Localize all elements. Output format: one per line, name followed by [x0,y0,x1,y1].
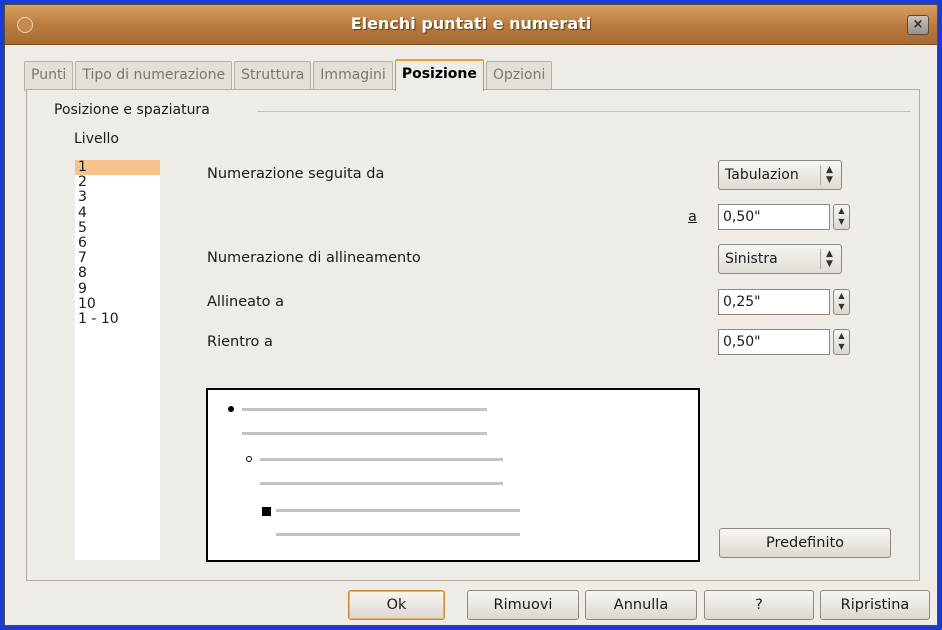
cancel-button[interactable]: Annulla [585,590,697,620]
tab-struttura[interactable]: Struttura [234,61,312,91]
reset-button[interactable]: Ripristina [820,590,930,620]
numbering-preview [206,388,700,562]
tab-at-label: a [688,209,697,225]
level-item[interactable]: 3 [75,190,160,205]
preview-line [242,432,487,435]
numbering-followed-by-select[interactable]: Tabulazion ▲ ▼ [718,160,842,190]
help-button[interactable]: ? [704,590,814,620]
tab-posizione[interactable]: Posizione [394,59,484,91]
level-item[interactable]: 10 [75,296,160,312]
indent-at-label: Rientro a [207,334,273,350]
tab-opzioni[interactable]: Opzioni [485,61,553,91]
dropdown-arrows-icon: ▲ ▼ [820,249,838,269]
bullet-dot-icon [228,406,234,412]
bullet-square-icon [262,507,271,516]
tab-at-spin-icon[interactable]: ▲ ▼ [833,204,850,230]
remove-button[interactable]: Rimuovi [467,590,579,620]
level-label: Livello [74,131,119,147]
tab-at-input[interactable]: 0,50" [718,204,830,230]
numbering-followed-by-label: Numerazione seguita da [207,166,385,182]
level-item[interactable]: 1 [75,160,160,175]
tab-bar: Punti Tipo di numerazione Struttura Imma… [24,59,554,91]
ok-button[interactable]: Ok [348,590,445,620]
close-icon[interactable]: × [907,15,929,35]
numbering-alignment-select[interactable]: Sinistra ▲ ▼ [718,244,842,274]
preview-line [242,408,487,411]
aligned-at-input[interactable]: 0,25" [718,289,830,315]
aligned-at-label: Allineato a [207,294,285,310]
preview-line [260,458,503,461]
numbering-alignment-label: Numerazione di allineamento [207,250,421,266]
indent-at-input[interactable]: 0,50" [718,329,830,355]
section-title: Posizione e spaziatura [54,102,216,118]
level-item[interactable]: 1 - 10 [75,311,160,327]
preview-line [276,533,520,536]
level-list[interactable]: 1 2 3 4 5 6 7 8 9 10 1 - 10 [75,160,160,560]
position-panel: Posizione e spaziatura Livello 1 2 3 4 5… [26,89,920,581]
section-divider [257,111,911,112]
level-item[interactable]: 9 [75,281,160,297]
tab-immagini[interactable]: Immagini [313,61,393,91]
level-item[interactable]: 5 [75,220,160,236]
level-item[interactable]: 2 [75,175,160,190]
preview-line [276,509,520,512]
indent-at-spin-icon[interactable]: ▲ ▼ [833,329,850,355]
aligned-at-spin-icon[interactable]: ▲ ▼ [833,289,850,315]
dialog-window: Elenchi puntati e numerati × Punti Tipo … [4,4,938,626]
level-item[interactable]: 7 [75,251,160,266]
numbering-alignment-value: Sinistra [725,251,778,267]
preview-line [260,482,503,485]
level-item[interactable]: 6 [75,235,160,251]
numbering-followed-by-value: Tabulazion [725,167,799,183]
dropdown-arrows-icon: ▲ ▼ [820,165,838,185]
bullet-circle-icon [246,456,252,462]
level-item[interactable]: 8 [75,266,160,281]
tab-punti[interactable]: Punti [24,61,74,91]
title-bar[interactable]: Elenchi puntati e numerati × [5,5,937,45]
default-button[interactable]: Predefinito [719,528,891,558]
tab-tipo-di-numerazione[interactable]: Tipo di numerazione [75,61,233,91]
window-title: Elenchi puntati e numerati [350,14,592,33]
level-item[interactable]: 4 [75,205,160,221]
